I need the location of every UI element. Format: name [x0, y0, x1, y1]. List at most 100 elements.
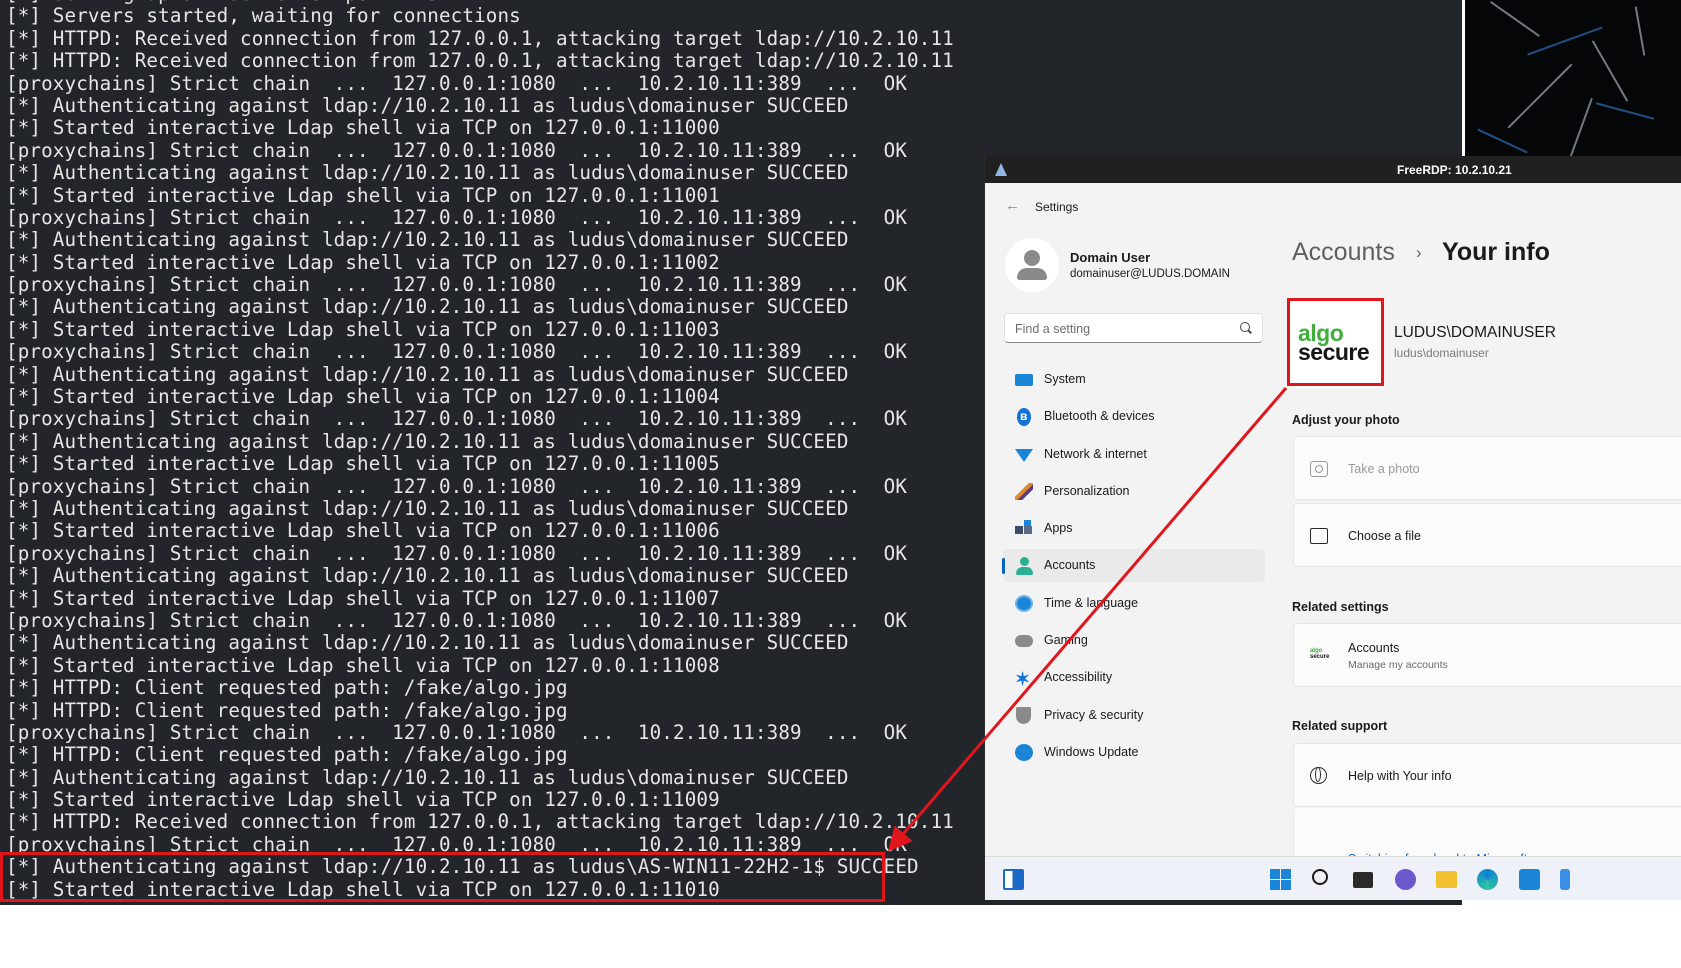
terminal-line: [proxychains] Strict chain ... 127.0.0.1… [6, 407, 908, 431]
search-icon[interactable] [1312, 869, 1328, 885]
terminal-line: [*] Authenticating against ldap://10.2.1… [6, 295, 849, 319]
terminal-line: [proxychains] Strict chain ... 127.0.0.1… [6, 273, 908, 297]
start-icon[interactable] [1270, 869, 1291, 890]
terminal-line: [proxychains] Strict chain ... 127.0.0.1… [6, 541, 908, 565]
sidebar-item-system[interactable]: System [1003, 363, 1265, 396]
settings-window: ← Settings Domain User domainuser@LUDUS.… [985, 183, 1681, 868]
terminal-line: [*] Authenticating against ldap://10.2.1… [6, 564, 849, 588]
freerdp-window[interactable]: FreeRDP: 10.2.10.21 ← Settings Domain Us… [984, 156, 1681, 900]
sidebar-item-label: Network & internet [1044, 446, 1147, 461]
globe-icon [1310, 767, 1327, 784]
sidebar-item-privacy[interactable]: Privacy & security [1003, 699, 1265, 732]
accounts-card-subtitle: Manage my accounts [1348, 659, 1448, 671]
search-input[interactable] [1013, 314, 1237, 344]
terminal-line: [*] Authenticating against ldap://10.2.1… [6, 429, 849, 453]
freerdp-icon [995, 163, 1007, 176]
widgets-icon[interactable] [1003, 869, 1024, 890]
terminal-output: [*] Setting up SMB Server on port 445[*]… [6, 0, 954, 901]
clock-icon [1015, 594, 1033, 612]
terminal-line: [proxychains] Strict chain ... 127.0.0.1… [6, 608, 908, 632]
breadcrumb-chevron-icon: › [1416, 243, 1422, 262]
chat-icon[interactable] [1395, 869, 1416, 890]
terminal-line: [*] Authenticating against ldap://10.2.1… [6, 631, 849, 655]
sidebar-item-accounts[interactable]: Accounts [1002, 549, 1265, 583]
rdp-titlebar[interactable]: FreeRDP: 10.2.10.21 [985, 156, 1681, 183]
sidebar-item-label: Bluetooth & devices [1044, 409, 1155, 424]
sidebar-item-bluetooth[interactable]: ʙ Bluetooth & devices [1003, 400, 1265, 433]
person-icon [1015, 557, 1033, 576]
accounts-card-title: Accounts [1348, 641, 1400, 655]
accounts-link-card[interactable]: algo secure Accounts Manage my accounts [1293, 623, 1681, 687]
choose-file-button[interactable]: Choose a file [1293, 503, 1681, 567]
terminal-line: [*] HTTPD: Received connection from 127.… [6, 26, 954, 50]
accessibility-icon: ✶ [1015, 669, 1031, 690]
terminal-line: [proxychains] Strict chain ... 127.0.0.1… [6, 138, 908, 162]
choose-file-label: Choose a file [1348, 529, 1421, 543]
terminal-line: [proxychains] Strict chain ... 127.0.0.1… [6, 205, 908, 229]
terminal-line: [*] Started interactive Ldap shell via T… [6, 653, 720, 677]
sidebar-item-apps[interactable]: Apps [1003, 512, 1265, 545]
terminal-line: [*] Started interactive Ldap shell via T… [6, 250, 720, 274]
sidebar-item-gaming[interactable]: Gaming [1003, 624, 1265, 657]
sidebar-item-label: Gaming [1044, 633, 1088, 648]
terminal-line: [*] Authenticating against ldap://10.2.1… [6, 161, 849, 185]
sidebar-item-label: Time & language [1044, 595, 1139, 610]
taskbar [985, 856, 1681, 900]
bluetooth-icon: ʙ [1017, 408, 1031, 427]
account-username: ludus\domainuser [1394, 346, 1489, 360]
update-icon [1015, 743, 1033, 761]
highlight-box-photo [1287, 298, 1384, 386]
user-email: domainuser@LUDUS.DOMAIN [1070, 268, 1230, 280]
avatar [1005, 238, 1059, 292]
store-icon[interactable] [1519, 869, 1540, 890]
sidebar-item-windows-update[interactable]: Windows Update [1003, 736, 1265, 769]
terminal-line: [proxychains] Strict chain ... 127.0.0.1… [6, 340, 908, 364]
help-your-info-item[interactable]: Help with Your info [1293, 743, 1681, 807]
desktop-wallpaper [1465, 0, 1681, 158]
breadcrumb-parent[interactable]: Accounts [1292, 238, 1395, 267]
terminal-line: [*] Started interactive Ldap shell via T… [6, 586, 720, 610]
terminal-line: [*] Started interactive Ldap shell via T… [6, 788, 720, 812]
terminal-line: [*] Started interactive Ldap shell via T… [6, 385, 720, 409]
take-photo-button[interactable]: Take a photo [1293, 436, 1681, 500]
terminal-line: [*] Started interactive Ldap shell via T… [6, 519, 720, 543]
sidebar-item-label: Personalization [1044, 483, 1130, 498]
back-arrow-icon[interactable]: ← [1005, 197, 1020, 214]
sidebar-item-time-language[interactable]: Time & language [1003, 587, 1265, 620]
terminal-line: [*] HTTPD: Client requested path: /fake/… [6, 743, 568, 767]
terminal-line: [*] Started interactive Ldap shell via T… [6, 183, 720, 207]
sidebar-item-personalization[interactable]: Personalization [1003, 475, 1265, 508]
terminal-line: [*] HTTPD: Client requested path: /fake/… [6, 676, 568, 700]
terminal-line: [*] Authenticating against ldap://10.2.1… [6, 228, 849, 252]
file-explorer-icon[interactable] [1436, 871, 1457, 888]
sidebar-item-label: Accounts [1044, 558, 1096, 573]
terminal-line: [*] Started interactive Ldap shell via T… [6, 317, 720, 341]
search-box[interactable] [1004, 313, 1263, 344]
edge-icon[interactable] [1477, 869, 1498, 890]
task-view-icon[interactable] [1353, 872, 1373, 888]
folder-icon [1310, 528, 1328, 544]
sidebar-item-network[interactable]: Network & internet [1003, 438, 1265, 471]
related-support-heading: Related support [1292, 719, 1388, 733]
terminal-line: [*] HTTPD: Received connection from 127.… [6, 810, 954, 834]
wifi-icon [1015, 448, 1033, 462]
sidebar-item-label: Windows Update [1044, 744, 1139, 759]
related-settings-heading: Related settings [1292, 600, 1389, 614]
terminal-line: [*] HTTPD: Client requested path: /fake/… [6, 698, 568, 722]
page-title: Your info [1442, 238, 1550, 266]
settings-nav: System ʙ Bluetooth & devices Network & i… [1002, 363, 1265, 773]
terminal-line: [*] Authenticating against ldap://10.2.1… [6, 362, 849, 386]
system-icon [1015, 374, 1033, 386]
sidebar-item-accessibility[interactable]: ✶ Accessibility [1003, 661, 1265, 694]
help-your-info-label: Help with Your info [1348, 769, 1452, 783]
terminal-line: [proxychains] Strict chain ... 127.0.0.1… [6, 720, 908, 744]
terminal-line: [*] Servers started, waiting for connect… [6, 4, 521, 28]
gamepad-icon [1015, 635, 1033, 648]
take-photo-label: Take a photo [1348, 462, 1420, 476]
account-name: LUDUS\DOMAINUSER [1394, 324, 1556, 341]
terminal-line: [*] Authenticating against ldap://10.2.1… [6, 496, 849, 520]
sidebar-item-label: System [1044, 372, 1086, 386]
app-icon[interactable] [1560, 869, 1570, 890]
apps-icon [1015, 520, 1033, 538]
search-icon[interactable] [1240, 322, 1250, 332]
